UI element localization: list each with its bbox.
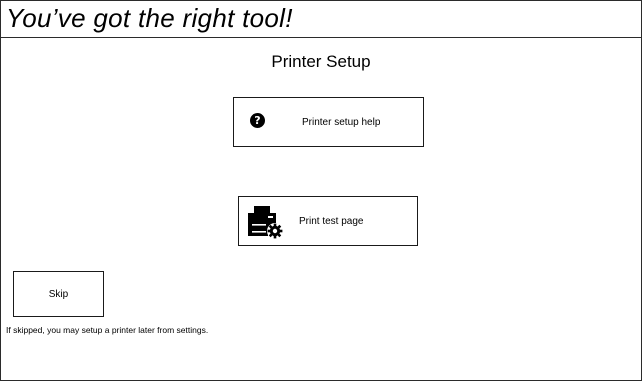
question-circle-icon: ? bbox=[250, 113, 265, 128]
print-test-page-button[interactable]: Print test page bbox=[238, 196, 418, 246]
printer-setup-help-button[interactable]: ? Printer setup help bbox=[233, 97, 424, 147]
printer-settings-icon bbox=[248, 206, 283, 239]
skip-label: Skip bbox=[48, 289, 69, 300]
page-title: Printer Setup bbox=[271, 52, 371, 71]
skip-note: If skipped, you may setup a printer late… bbox=[6, 325, 209, 335]
banner: You’ve got the right tool! bbox=[1, 1, 641, 38]
print-test-page-label: Print test page bbox=[299, 216, 364, 227]
banner-title: You’ve got the right tool! bbox=[6, 3, 293, 33]
printer-setup-help-label: Printer setup help bbox=[302, 117, 381, 128]
setup-window: You’ve got the right tool! Printer Setup… bbox=[0, 0, 642, 381]
skip-button[interactable]: Skip bbox=[13, 271, 104, 317]
